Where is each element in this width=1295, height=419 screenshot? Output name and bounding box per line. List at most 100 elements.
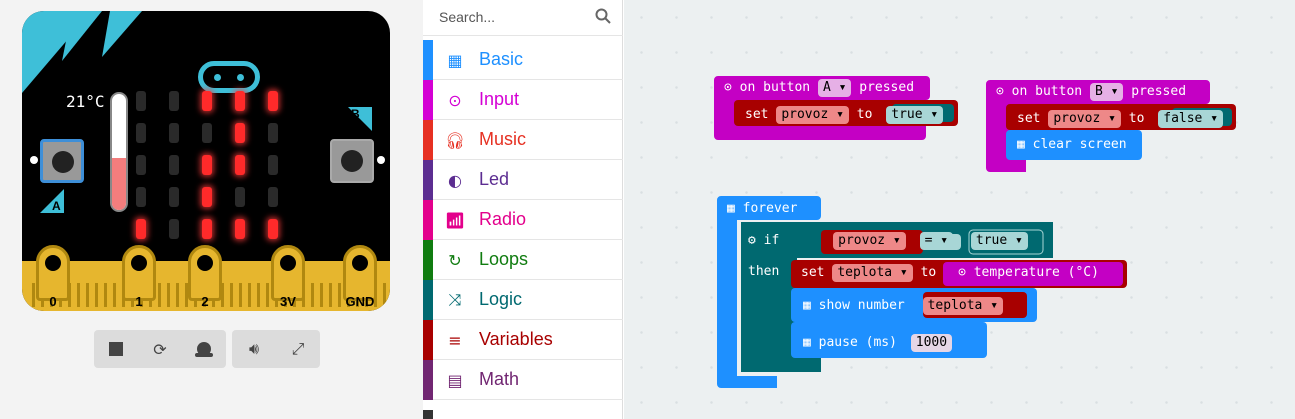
true-dropdown[interactable]: true ▾ bbox=[970, 232, 1028, 250]
provoz-dropdown[interactable]: provoz ▾ bbox=[833, 232, 906, 250]
true-dropdown[interactable]: true ▾ bbox=[886, 106, 944, 124]
on-button-a-prefix: on button bbox=[739, 80, 811, 95]
button-a-label: A bbox=[52, 199, 61, 213]
microbit-board: 21°C A B 0 1 2 3V GND bbox=[22, 11, 390, 311]
led-2-4 bbox=[268, 155, 278, 175]
grid-icon: ▦ bbox=[803, 335, 811, 350]
simulator-panel: 21°C A B 0 1 2 3V GND ⟳ 🔊︎ ⤢ bbox=[0, 0, 423, 419]
pin-label: 3V bbox=[280, 294, 296, 309]
led-3-2 bbox=[202, 187, 212, 207]
led-0-3 bbox=[235, 91, 245, 111]
pin-2[interactable] bbox=[188, 245, 222, 301]
operator-dropdown[interactable]: = ▾ bbox=[919, 232, 954, 250]
headphones-icon: 🎧︎ bbox=[444, 130, 466, 150]
on-button-b-prefix: on button bbox=[1011, 84, 1083, 99]
provoz-dropdown[interactable]: provoz ▾ bbox=[776, 106, 849, 124]
restart-icon[interactable]: ⟳ bbox=[138, 330, 182, 368]
set-label: set bbox=[1017, 111, 1041, 126]
button-b-dropdown[interactable]: B ▾ bbox=[1089, 83, 1124, 101]
loop-icon: ↻ bbox=[448, 250, 462, 270]
pause-value-field[interactable]: 1000 bbox=[910, 334, 953, 352]
teplota-dropdown[interactable]: teplota ▾ bbox=[922, 297, 1004, 315]
toggle-icon: ◐ bbox=[448, 170, 462, 190]
on-button-a-row: ⊙ on button A ▾ pressed bbox=[724, 79, 914, 97]
toolbox-category-basic[interactable]: ▦ Basic bbox=[423, 40, 623, 80]
toolbox-category-label: Basic bbox=[479, 49, 524, 69]
toolbox-category-variables[interactable]: ≡ Variables bbox=[423, 320, 623, 360]
provoz-dropdown[interactable]: provoz ▾ bbox=[1048, 110, 1121, 128]
led-1-2 bbox=[202, 123, 212, 143]
led-2-2 bbox=[202, 155, 212, 175]
teplota-dropdown[interactable]: teplota ▾ bbox=[832, 264, 913, 282]
led-4-1 bbox=[169, 219, 179, 239]
set-teplota-row: set teplota ▾ to ⊙ temperature (°C) bbox=[801, 264, 1099, 282]
temperature-fill bbox=[112, 157, 126, 210]
clear-screen-row: ▦ clear screen bbox=[1017, 137, 1127, 152]
to-label: to bbox=[920, 265, 937, 280]
search-icon[interactable] bbox=[595, 8, 611, 24]
temperature-label: 21°C bbox=[66, 92, 105, 111]
toolbox-category-label: Led bbox=[479, 169, 510, 189]
toolbox-category-input[interactable]: ⊙ Input bbox=[423, 80, 623, 120]
speaker-icon[interactable]: 🔊︎ bbox=[232, 330, 276, 368]
toolbox-category-radio[interactable]: 📶︎ Radio bbox=[423, 200, 623, 240]
pin-label: GND bbox=[345, 294, 375, 309]
show-number-label: show number bbox=[818, 298, 905, 313]
toolbox-category-loops[interactable]: ↻ Loops bbox=[423, 240, 623, 280]
toolbox-category-led[interactable]: ◐ Led bbox=[423, 160, 623, 200]
led-0-0 bbox=[136, 91, 146, 111]
toolbox-category-music[interactable]: 🎧︎ Music bbox=[423, 120, 623, 160]
fullscreen-icon[interactable]: ⤢ bbox=[276, 330, 320, 368]
led-0-2 bbox=[202, 91, 212, 111]
pin-1[interactable] bbox=[122, 245, 156, 301]
forever-block[interactable] bbox=[717, 196, 1137, 388]
toolbox: ▦ Basic ⊙ Input 🎧︎ Music ◐ Led 📶︎ Radio ↻ Loops ⤨ Log… bbox=[423, 0, 623, 419]
search-input[interactable] bbox=[439, 7, 589, 27]
stop-icon[interactable] bbox=[94, 330, 138, 368]
to-label: to bbox=[856, 107, 873, 122]
on-button-b-suffix: pressed bbox=[1131, 84, 1187, 99]
temperature-slider[interactable] bbox=[110, 92, 128, 212]
led-1-0 bbox=[136, 123, 146, 143]
lines-icon: ≡ bbox=[448, 330, 462, 350]
toolbox-category-logic[interactable]: ⤨ Logic bbox=[423, 280, 623, 320]
button-b[interactable] bbox=[330, 139, 374, 183]
target-icon: ⊙ bbox=[958, 265, 966, 280]
set-provoz-true-row: set provoz ▾ to true ▾ bbox=[745, 106, 944, 124]
pause-label: pause (ms) bbox=[818, 335, 897, 350]
toolbox-category-label: Logic bbox=[479, 289, 523, 309]
pin-0[interactable] bbox=[36, 245, 70, 301]
snail-icon[interactable] bbox=[182, 330, 226, 368]
simulator-toolbar: ⟳ 🔊︎ ⤢ bbox=[94, 330, 320, 368]
button-b-dot bbox=[377, 156, 385, 164]
button-a-dropdown[interactable]: A ▾ bbox=[817, 79, 852, 97]
on-button-a-suffix: pressed bbox=[859, 80, 915, 95]
led-3-3 bbox=[235, 187, 245, 207]
on-button-b-row: ⊙ on button B ▾ pressed bbox=[996, 83, 1186, 101]
blocks-workspace[interactable]: ⊙ on button A ▾ pressed set provoz ▾ to … bbox=[624, 0, 1295, 419]
temperature-label: temperature (°C) bbox=[973, 265, 1099, 280]
grid-icon: ▦ bbox=[1017, 137, 1025, 152]
button-a[interactable] bbox=[40, 139, 84, 183]
led-4-4 bbox=[268, 219, 278, 239]
led-2-0 bbox=[136, 155, 146, 175]
calculator-icon: ▤ bbox=[447, 370, 463, 390]
board-corner-decoration bbox=[22, 11, 142, 93]
set-provoz-false-row: set provoz ▾ to false ▾ bbox=[1017, 110, 1224, 128]
pin-gnd[interactable] bbox=[343, 245, 377, 301]
toolbox-category-label: Music bbox=[479, 129, 527, 149]
led-1-3 bbox=[235, 123, 245, 143]
led-0-4 bbox=[268, 91, 278, 111]
grid-icon: ▦ bbox=[803, 298, 811, 313]
pin-label: 1 bbox=[135, 294, 143, 309]
gear-icon[interactable]: ⚙ bbox=[748, 233, 756, 248]
led-4-3 bbox=[235, 219, 245, 239]
target-icon: ⊙ bbox=[724, 80, 732, 95]
pin-label: 2 bbox=[201, 294, 209, 309]
toolbox-category-label: Loops bbox=[479, 249, 529, 269]
toolbox-category-math[interactable]: ▤ Math bbox=[423, 360, 623, 400]
target-icon: ⊙ bbox=[996, 84, 1004, 99]
false-dropdown[interactable]: false ▾ bbox=[1158, 110, 1224, 128]
forever-row: ▦ forever bbox=[727, 201, 797, 216]
pin-3v[interactable] bbox=[271, 245, 305, 301]
